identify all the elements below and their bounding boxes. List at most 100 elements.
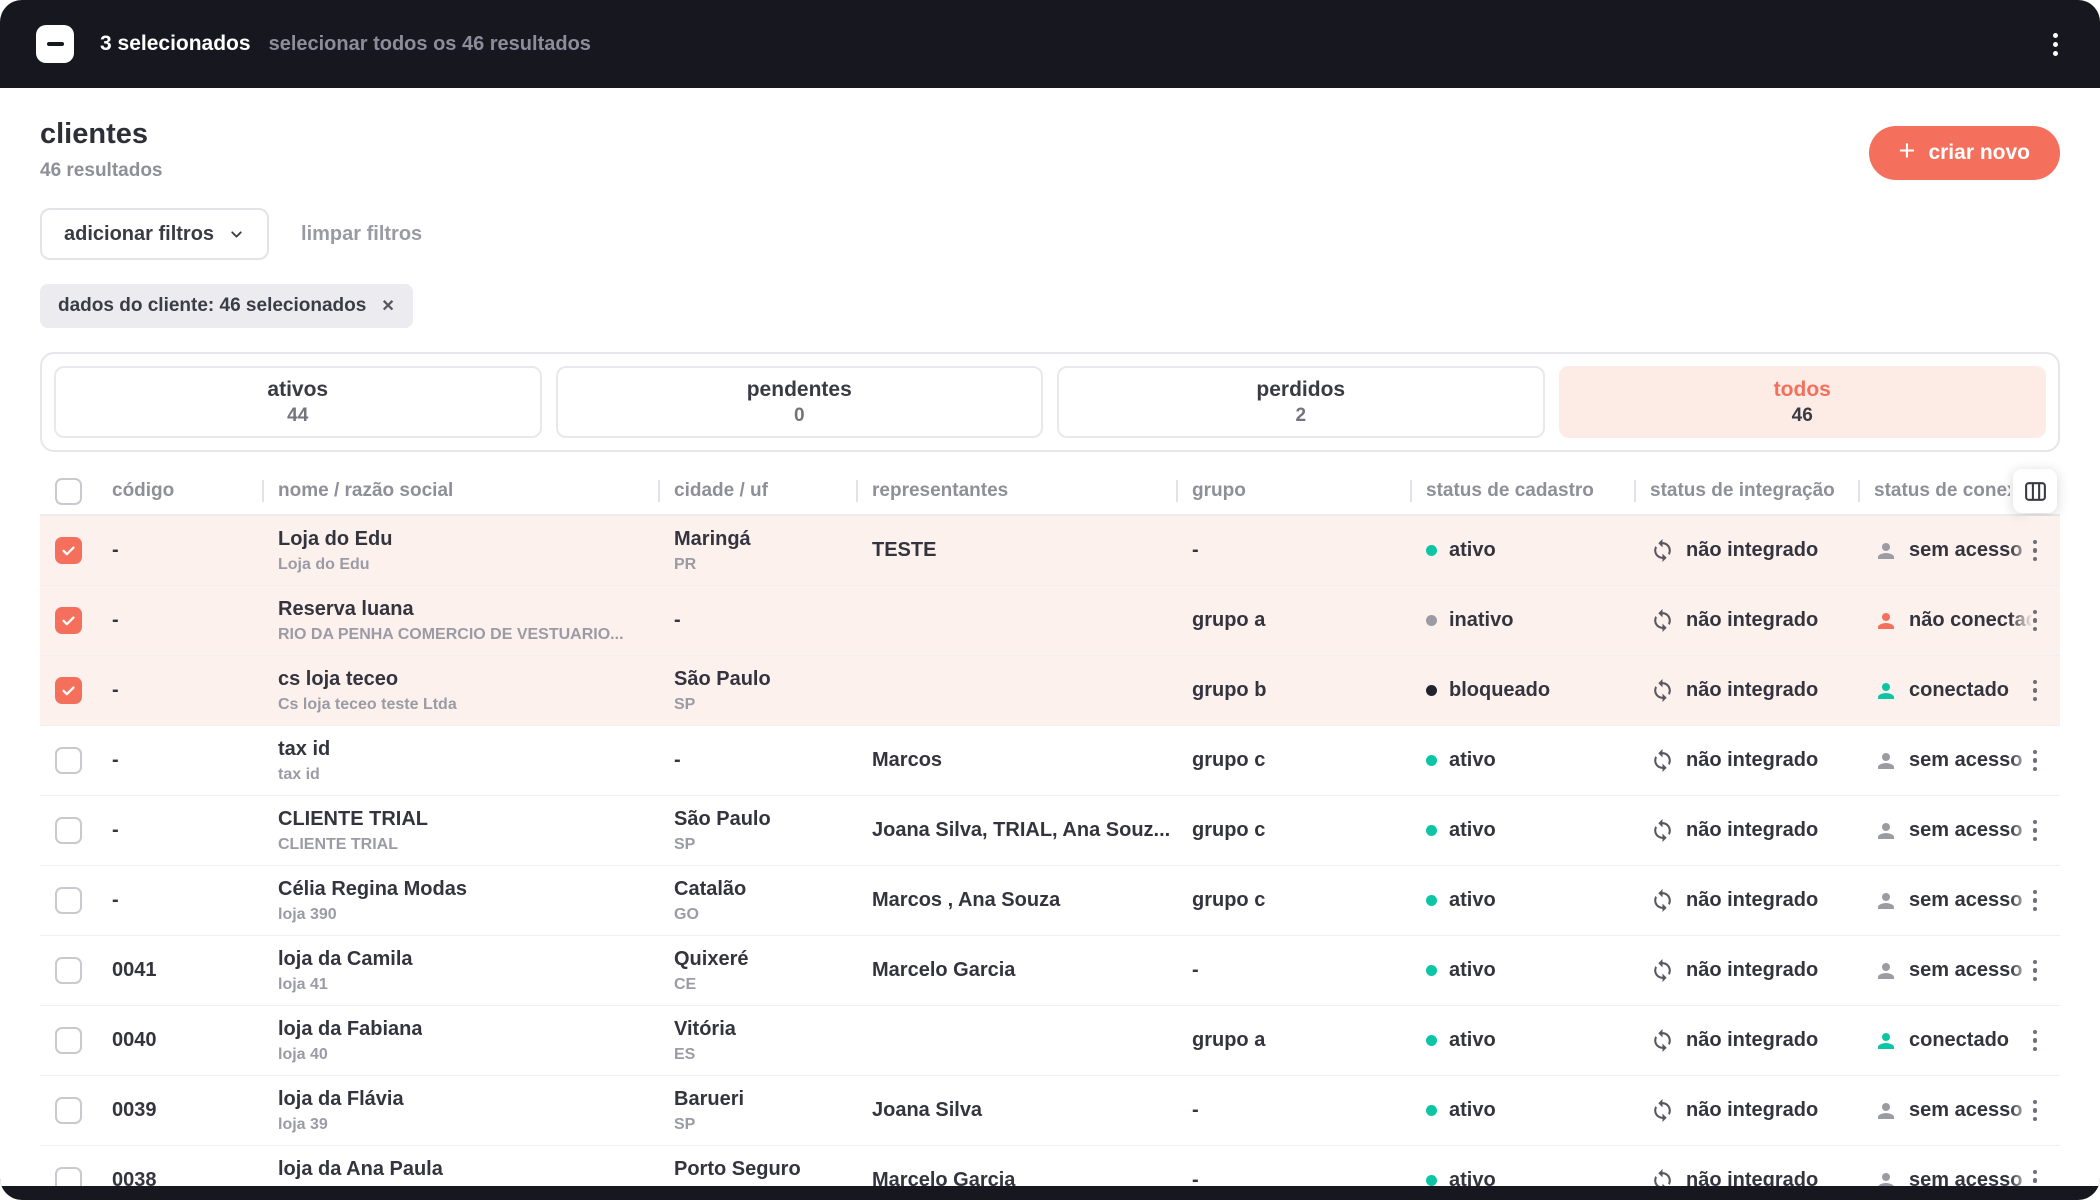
status-dot bbox=[1426, 1175, 1437, 1186]
status-tabs: ativos 44 pendentes 0 perdidos 2 todos 4… bbox=[40, 352, 2060, 452]
row-checkbox[interactable] bbox=[55, 1097, 82, 1124]
table-row[interactable]: - CLIENTE TRIAL CLIENTE TRIAL São Paulo … bbox=[40, 796, 2060, 866]
integration-status: não integrado bbox=[1686, 1099, 1818, 1122]
column-header: nome / razão social bbox=[262, 468, 658, 514]
row-checkbox-cell bbox=[40, 866, 96, 935]
client-legal-name: tax id bbox=[278, 765, 320, 784]
check-icon bbox=[60, 542, 77, 559]
representatives: Marcelo Garcia bbox=[856, 1146, 1176, 1186]
connection-status: sem acesso bbox=[1909, 959, 2022, 982]
row-checkbox[interactable] bbox=[55, 677, 82, 704]
cell-codigo: 0041 bbox=[96, 936, 262, 1005]
filter-chip[interactable]: dados do cliente: 46 selecionados ✕ bbox=[40, 284, 413, 328]
header-select-all-checkbox[interactable] bbox=[55, 478, 82, 505]
cell-codigo: - bbox=[96, 726, 262, 795]
row-checkbox[interactable] bbox=[55, 1027, 82, 1054]
cell-cidade: Barueri SP bbox=[658, 1076, 856, 1145]
status-dot bbox=[1426, 1035, 1437, 1046]
row-menu-button[interactable] bbox=[2027, 954, 2044, 988]
cell-cidade: Vitória ES bbox=[658, 1006, 856, 1075]
row-menu-button[interactable] bbox=[2027, 1094, 2044, 1128]
integration-status: não integrado bbox=[1686, 959, 1818, 982]
table-row[interactable]: 0038 loja da Ana Paula loja 38 Porto Seg… bbox=[40, 1146, 2060, 1186]
uf: SP bbox=[674, 695, 695, 714]
create-new-label: criar novo bbox=[1928, 141, 2030, 165]
cell-cadastro: ativo bbox=[1410, 866, 1634, 935]
uf: GO bbox=[674, 905, 699, 924]
row-menu-button[interactable] bbox=[2027, 604, 2044, 638]
integration-status: não integrado bbox=[1686, 539, 1818, 562]
tab-pendentes[interactable]: pendentes 0 bbox=[556, 366, 1044, 438]
row-checkbox[interactable] bbox=[55, 817, 82, 844]
table-row[interactable]: 0040 loja da Fabiana loja 40 Vitória ES … bbox=[40, 1006, 2060, 1076]
registration-status: ativo bbox=[1449, 539, 1496, 562]
columns-icon bbox=[2023, 479, 2048, 504]
cell-conexao: sem acesso bbox=[1858, 516, 2010, 585]
integration-status: não integrado bbox=[1686, 609, 1818, 632]
cell-cadastro: ativo bbox=[1410, 1076, 1634, 1145]
row-checkbox[interactable] bbox=[55, 957, 82, 984]
tab-ativos[interactable]: ativos 44 bbox=[54, 366, 542, 438]
person-icon bbox=[1874, 1029, 1898, 1053]
row-menu-button[interactable] bbox=[2027, 1024, 2044, 1058]
row-checkbox[interactable] bbox=[55, 607, 82, 634]
tab-todos[interactable]: todos 46 bbox=[1559, 366, 2047, 438]
row-checkbox[interactable] bbox=[55, 887, 82, 914]
row-menu-button[interactable] bbox=[2027, 674, 2044, 708]
cell-conexao: conectado bbox=[1858, 656, 2010, 725]
row-menu-button[interactable] bbox=[2027, 884, 2044, 918]
row-checkbox[interactable] bbox=[55, 537, 82, 564]
cell-conexao: sem acesso bbox=[1858, 866, 2010, 935]
uf: PR bbox=[674, 555, 696, 574]
cell-integracao: não integrado bbox=[1634, 516, 1858, 585]
cell-cidade: Quixeré CE bbox=[658, 936, 856, 1005]
table-row[interactable]: - cs loja teceo Cs loja teceo teste Ltda… bbox=[40, 656, 2060, 726]
remove-filter-icon[interactable]: ✕ bbox=[381, 296, 394, 316]
tab-perdidos[interactable]: perdidos 2 bbox=[1057, 366, 1545, 438]
city: Barueri bbox=[674, 1087, 744, 1112]
client-name: loja da Ana Paula bbox=[278, 1157, 443, 1182]
column-header: representantes bbox=[856, 468, 1176, 514]
table-row[interactable]: - tax id tax id - Marcos grupo c ativo n… bbox=[40, 726, 2060, 796]
representatives: TESTE bbox=[856, 516, 1176, 585]
check-icon bbox=[60, 612, 77, 629]
cell-nome: Reserva luana RIO DA PENHA COMERCIO DE V… bbox=[262, 586, 658, 655]
city: Quixeré bbox=[674, 947, 748, 972]
cell-nome: Célia Regina Modas loja 390 bbox=[262, 866, 658, 935]
table-row[interactable]: 0041 loja da Camila loja 41 Quixeré CE M… bbox=[40, 936, 2060, 1006]
client-legal-name: loja 40 bbox=[278, 1045, 328, 1064]
row-menu-button[interactable] bbox=[2027, 534, 2044, 568]
add-filters-button[interactable]: adicionar filtros bbox=[40, 208, 269, 260]
registration-status: ativo bbox=[1449, 1029, 1496, 1052]
client-name: cs loja teceo bbox=[278, 667, 398, 692]
representatives: Joana Silva bbox=[856, 1076, 1176, 1145]
select-all-results-link[interactable]: selecionar todos os 46 resultados bbox=[269, 33, 591, 56]
row-checkbox-cell bbox=[40, 796, 96, 865]
cell-conexao: sem acesso bbox=[1858, 796, 2010, 865]
row-menu-button[interactable] bbox=[2027, 814, 2044, 848]
row-menu-button[interactable] bbox=[2027, 744, 2044, 778]
clear-filters-link[interactable]: limpar filtros bbox=[301, 223, 422, 246]
cell-cadastro: ativo bbox=[1410, 1146, 1634, 1186]
create-new-button[interactable]: + criar novo bbox=[1869, 126, 2060, 180]
select-all-checkbox[interactable] bbox=[36, 25, 74, 63]
cell-codigo: 0038 bbox=[96, 1146, 262, 1186]
column-picker-button[interactable] bbox=[2013, 469, 2057, 513]
city: - bbox=[674, 748, 681, 773]
table-row[interactable]: - Célia Regina Modas loja 390 Catalão GO… bbox=[40, 866, 2060, 936]
table-row[interactable]: - Loja do Edu Loja do Edu Maringá PR TES… bbox=[40, 516, 2060, 586]
row-checkbox[interactable] bbox=[55, 1167, 82, 1186]
city: Catalão bbox=[674, 877, 746, 902]
toolbar-menu-button[interactable] bbox=[2047, 27, 2064, 62]
integration-status: não integrado bbox=[1686, 749, 1818, 772]
row-menu-cell bbox=[2010, 1006, 2060, 1075]
cell-cidade: - bbox=[658, 586, 856, 655]
row-menu-cell bbox=[2010, 586, 2060, 655]
row-checkbox-cell bbox=[40, 1006, 96, 1075]
row-menu-button[interactable] bbox=[2027, 1164, 2044, 1186]
row-checkbox-cell bbox=[40, 936, 96, 1005]
table-row[interactable]: 0039 loja da Flávia loja 39 Barueri SP J… bbox=[40, 1076, 2060, 1146]
table-row[interactable]: - Reserva luana RIO DA PENHA COMERCIO DE… bbox=[40, 586, 2060, 656]
row-checkbox[interactable] bbox=[55, 747, 82, 774]
status-dot bbox=[1426, 895, 1437, 906]
